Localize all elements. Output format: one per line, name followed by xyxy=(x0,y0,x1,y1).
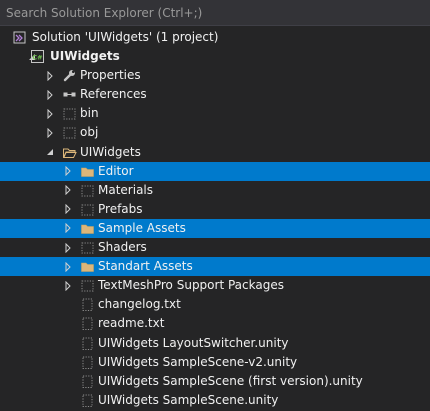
tree-item-samplescene-first[interactable]: UIWidgets SampleScene (first version).un… xyxy=(0,372,430,391)
tree-item-bin[interactable]: bin xyxy=(0,104,430,123)
tree-item-label: Materials xyxy=(98,182,154,197)
tree-item-obj[interactable]: obj xyxy=(0,123,430,142)
dotted-file-icon xyxy=(80,393,95,408)
tree-item-label: Prefabs xyxy=(98,201,143,216)
collapsed-arrow-icon[interactable] xyxy=(62,276,74,295)
tree-item-standart-assets[interactable]: Standart Assets xyxy=(0,257,430,277)
dotted-folder-icon xyxy=(80,183,95,198)
tree-item-label: Editor xyxy=(98,163,134,178)
collapsed-arrow-icon[interactable] xyxy=(62,238,74,257)
tree-item-label: UIWidgets LayoutSwitcher.unity xyxy=(98,335,289,350)
collapsed-arrow-icon[interactable] xyxy=(44,123,56,142)
tree-item-label: UIWidgets SampleScene-v2.unity xyxy=(98,354,298,369)
csharp-project-icon: C# xyxy=(30,49,45,64)
tree-item-label: readme.txt xyxy=(98,316,165,331)
tree-item-textmeshpro[interactable]: TextMeshPro Support Packages xyxy=(0,276,430,295)
collapsed-arrow-icon[interactable] xyxy=(44,66,56,85)
tree-item-prefabs[interactable]: Prefabs xyxy=(0,200,430,219)
collapsed-arrow-icon[interactable] xyxy=(44,104,56,123)
folder-icon xyxy=(80,259,95,274)
dotted-folder-icon xyxy=(62,106,77,121)
tree-item-samplescene-v2[interactable]: UIWidgets SampleScene-v2.unity xyxy=(0,353,430,372)
tree-item-label: changelog.txt xyxy=(98,297,181,312)
tree-item-references[interactable]: References xyxy=(0,85,430,104)
tree-item-label: UIWidgets SampleScene.unity xyxy=(98,392,279,407)
dotted-folder-icon xyxy=(62,125,77,140)
tree-item-samplescene[interactable]: UIWidgets SampleScene.unity xyxy=(0,391,430,410)
solution-icon xyxy=(12,30,27,45)
collapsed-arrow-icon[interactable] xyxy=(62,257,74,276)
dotted-file-icon xyxy=(80,355,95,370)
dotted-folder-icon xyxy=(80,240,95,255)
tree-item-changelog[interactable]: changelog.txt xyxy=(0,295,430,314)
dotted-folder-icon xyxy=(80,202,95,217)
collapsed-arrow-icon[interactable] xyxy=(62,200,74,219)
svg-text:C#: C# xyxy=(32,54,42,62)
tree-item-solution[interactable]: Solution 'UIWidgets' (1 project) xyxy=(0,28,430,47)
tree-item-label: UIWidgets xyxy=(50,49,120,64)
tree-item-label: Solution 'UIWidgets' (1 project) xyxy=(32,30,219,44)
tree-item-shaders[interactable]: Shaders xyxy=(0,238,430,257)
tree-item-sample-assets[interactable]: Sample Assets xyxy=(0,218,430,239)
tree-item-label: Sample Assets xyxy=(98,220,186,235)
search-input[interactable] xyxy=(0,0,430,26)
tree-item-label: TextMeshPro Support Packages xyxy=(98,278,284,293)
collapsed-arrow-icon[interactable] xyxy=(62,219,74,238)
tree-item-properties[interactable]: Properties xyxy=(0,66,430,85)
tree-item-materials[interactable]: Materials xyxy=(0,181,430,200)
collapsed-arrow-icon[interactable] xyxy=(62,162,74,181)
references-icon xyxy=(62,87,77,102)
tree-item-label: Shaders xyxy=(98,240,147,255)
expanded-arrow-icon[interactable] xyxy=(44,143,56,162)
tree-item-label: obj xyxy=(80,125,99,140)
solution-tree: Solution 'UIWidgets' (1 project) C# UIWidg… xyxy=(0,28,430,410)
wrench-icon xyxy=(62,68,77,83)
tree-item-uiwidgets-folder[interactable]: UIWidgets xyxy=(0,143,430,162)
open-folder-icon xyxy=(62,145,77,160)
tree-item-readme[interactable]: readme.txt xyxy=(0,314,430,333)
folder-icon xyxy=(80,164,95,179)
tree-item-label: UIWidgets xyxy=(80,144,141,159)
dotted-file-icon xyxy=(80,297,95,312)
dotted-file-icon xyxy=(80,316,95,331)
dotted-file-icon xyxy=(80,336,95,351)
tree-item-label: Standart Assets xyxy=(98,259,193,274)
collapsed-arrow-icon[interactable] xyxy=(62,181,74,200)
collapsed-arrow-icon[interactable] xyxy=(44,85,56,104)
tree-item-label: bin xyxy=(80,106,99,121)
folder-icon xyxy=(80,221,95,236)
search-bar xyxy=(0,0,430,26)
tree-item-project[interactable]: C# UIWidgets xyxy=(0,47,430,66)
tree-item-label: References xyxy=(80,87,147,102)
tree-item-label: Properties xyxy=(80,68,141,83)
tree-item-editor[interactable]: Editor xyxy=(0,161,430,181)
dotted-folder-icon xyxy=(80,278,95,293)
dotted-file-icon xyxy=(80,374,95,389)
tree-item-layoutswitcher[interactable]: UIWidgets LayoutSwitcher.unity xyxy=(0,334,430,353)
tree-item-label: UIWidgets SampleScene (first version).un… xyxy=(98,373,363,388)
